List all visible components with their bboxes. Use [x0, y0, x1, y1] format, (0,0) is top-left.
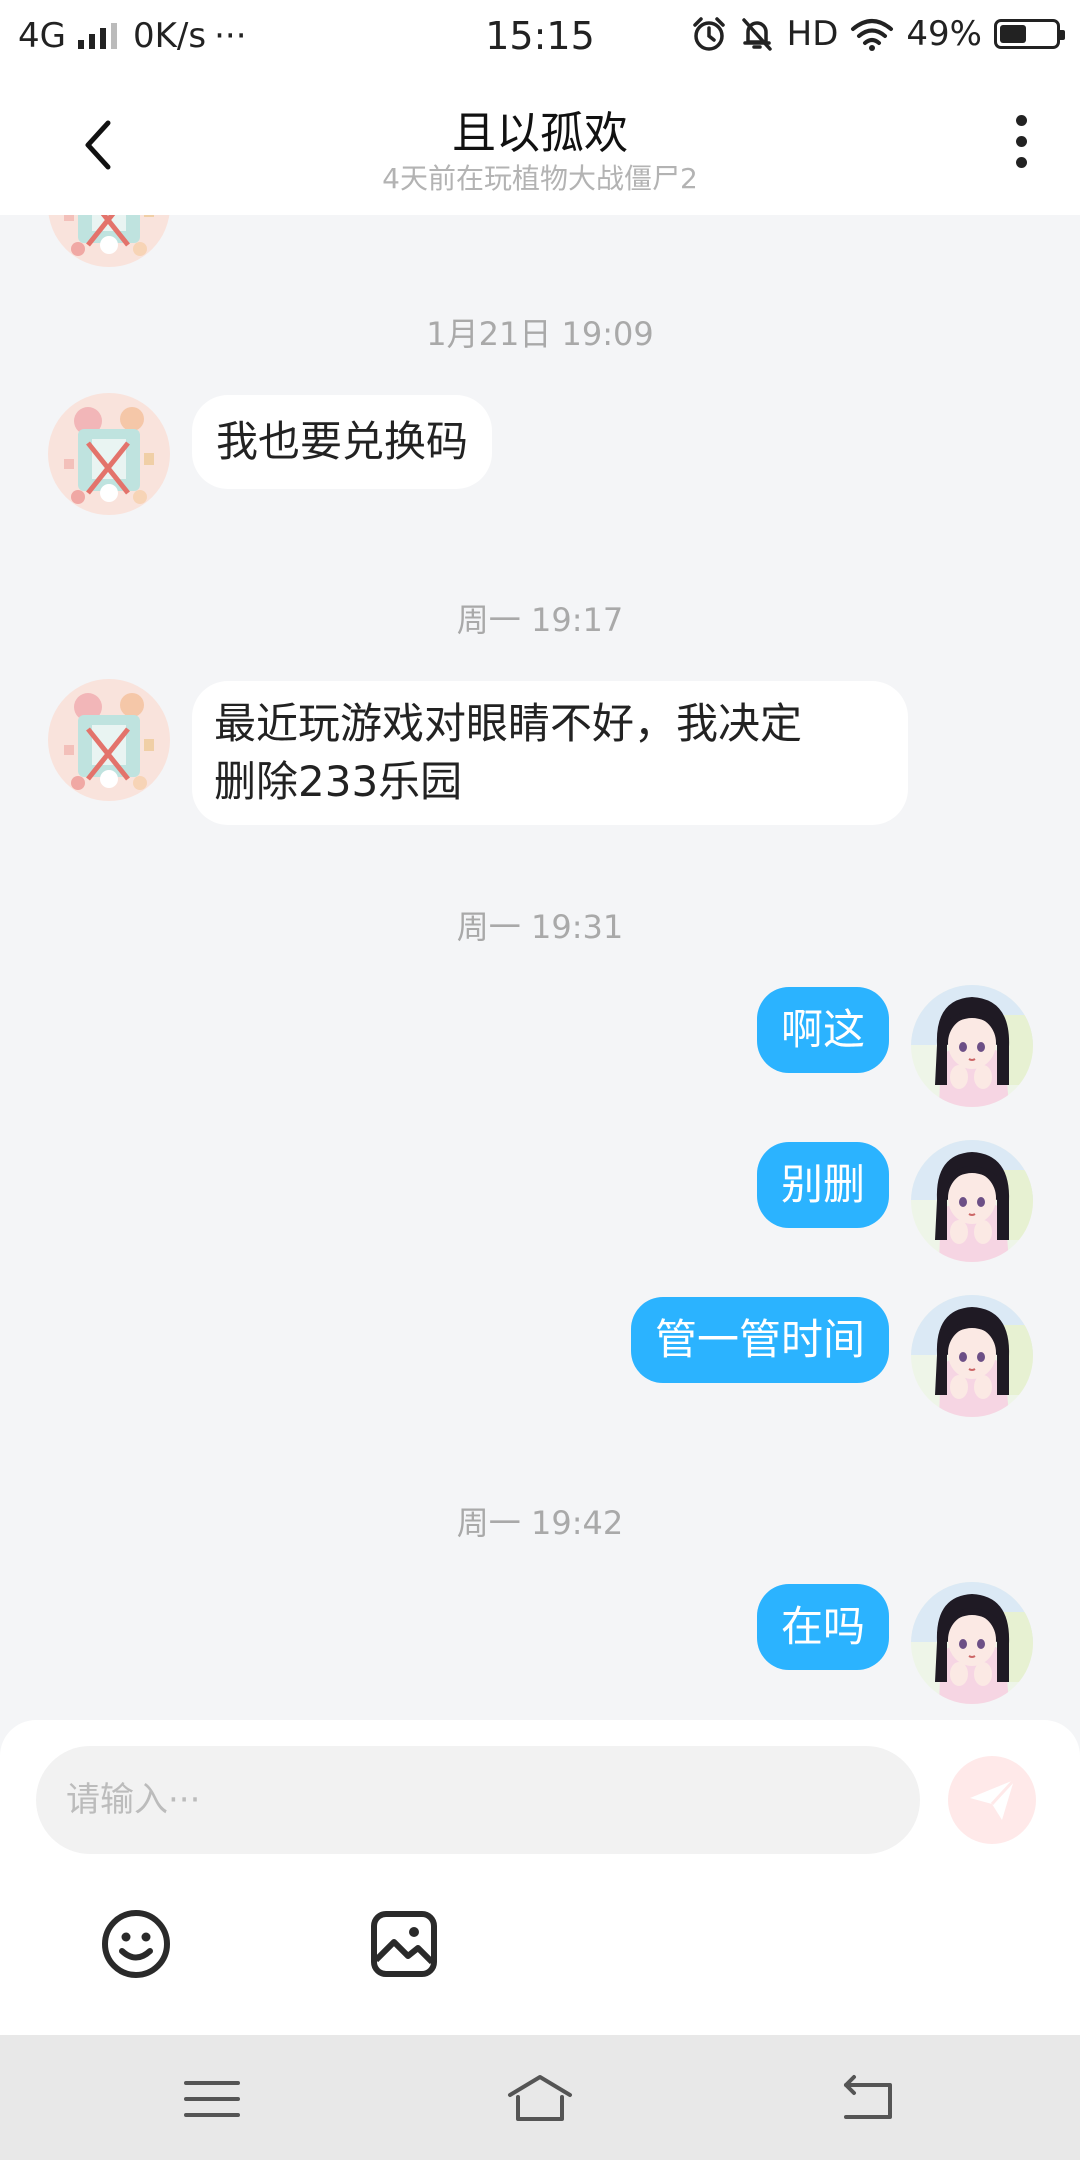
input-panel — [0, 1720, 1080, 2035]
back-icon[interactable] — [832, 2071, 904, 2127]
send-button[interactable] — [948, 1756, 1036, 1844]
avatar[interactable] — [48, 215, 170, 267]
message-input[interactable] — [36, 1746, 920, 1854]
outgoing-message[interactable]: 别删 — [756, 1142, 889, 1228]
chat-header: 且以孤欢 4天前在玩植物大战僵尸2 — [0, 75, 1080, 215]
incoming-message[interactable]: 我也要兑换码 — [192, 395, 493, 489]
outgoing-message[interactable]: 管一管时间 — [630, 1297, 889, 1383]
outgoing-message[interactable]: 在吗 — [756, 1584, 889, 1670]
battery-icon — [994, 19, 1065, 49]
more-vertical-icon[interactable] — [1006, 115, 1036, 175]
message-text: 管一管时间 — [654, 1315, 865, 1364]
message-text: 我也要兑换码 — [216, 417, 469, 466]
contact-activity: 4天前在玩植物大战僵尸2 — [382, 162, 698, 195]
contact-avatar[interactable] — [48, 393, 170, 515]
wifi-icon — [851, 19, 894, 51]
my-avatar[interactable] — [911, 1295, 1033, 1417]
my-avatar[interactable] — [911, 985, 1033, 1107]
my-avatar[interactable] — [911, 1140, 1033, 1262]
message-text: 啊这 — [780, 1005, 865, 1054]
menu-icon[interactable] — [176, 2071, 248, 2127]
message-line: 删除233乐园 — [214, 757, 463, 806]
message-text: 在吗 — [780, 1602, 865, 1651]
image-icon[interactable] — [366, 1906, 442, 1982]
timestamp: 周一 19:17 — [456, 601, 624, 639]
battery-percent: 49% — [906, 14, 982, 54]
chat-area[interactable]: 1月21日 19:09 我也要兑换码 周一 19:17 最近玩游戏对眼睛不好，我… — [0, 215, 1080, 1720]
incoming-message[interactable]: 最近玩游戏对眼睛不好，我决定 删除233乐园 — [192, 681, 908, 825]
my-avatar[interactable] — [911, 1582, 1033, 1704]
mute-bell-icon — [741, 18, 772, 51]
system-nav-bar — [0, 2035, 1080, 2160]
home-icon[interactable] — [504, 2071, 576, 2127]
paper-plane-icon — [970, 1778, 1016, 1820]
hd-label: HD — [786, 14, 839, 54]
contact-name: 且以孤欢 — [452, 108, 628, 159]
timestamp: 周一 19:42 — [456, 1504, 624, 1542]
message-line: 最近玩游戏对眼睛不好，我决定 — [214, 699, 803, 748]
message-text: 别删 — [780, 1160, 865, 1209]
battery-fill — [1000, 25, 1026, 43]
timestamp: 周一 19:31 — [456, 908, 624, 946]
timestamp: 1月21日 19:09 — [426, 315, 654, 353]
contact-avatar[interactable] — [48, 679, 170, 801]
emoji-icon[interactable] — [98, 1906, 174, 1982]
outgoing-message[interactable]: 啊这 — [756, 987, 889, 1073]
status-right: HD 49% — [691, 14, 1065, 54]
alarm-icon — [692, 17, 725, 51]
status-bar: 4G 0K/s ··· 15:15 HD 49% — [0, 0, 1080, 75]
